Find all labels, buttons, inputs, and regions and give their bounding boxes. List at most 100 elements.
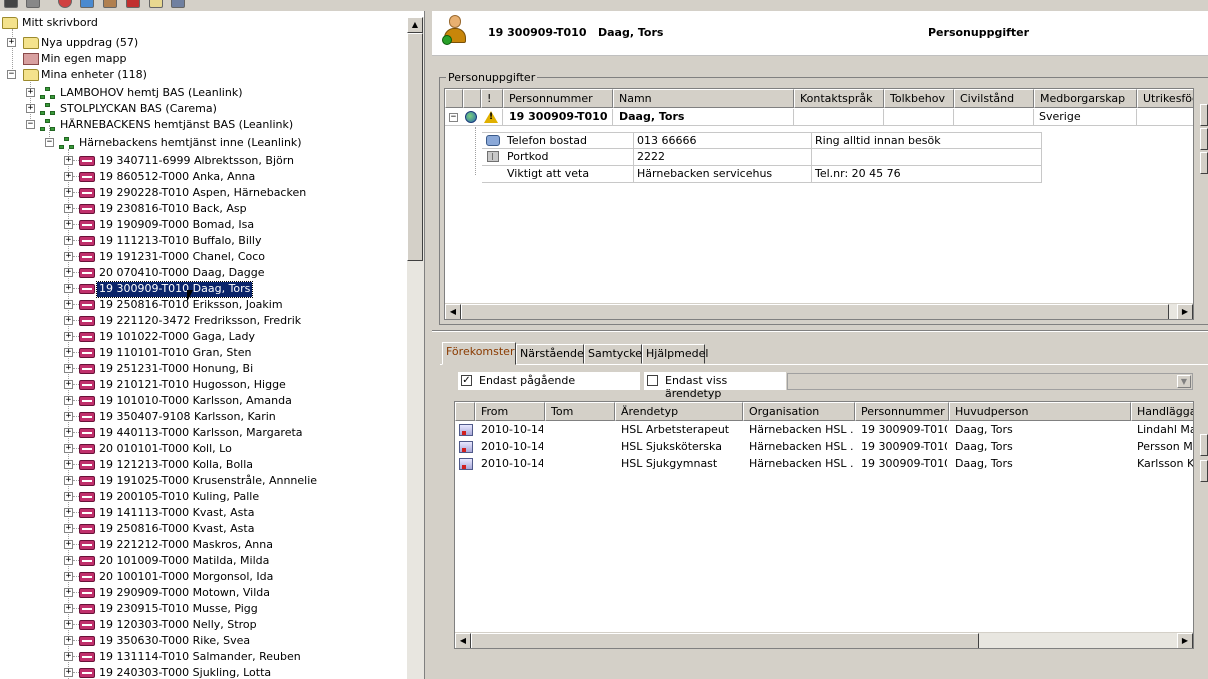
expand-icon[interactable]: +: [64, 236, 73, 245]
id-card-icon[interactable]: [26, 0, 40, 8]
expand-icon[interactable]: +: [64, 428, 73, 437]
column-header-icon[interactable]: [463, 89, 481, 108]
arendetyp-select[interactable]: ▼: [787, 373, 1193, 390]
table-row[interactable]: 2010-10-14 HSL Sjuksköterska Härnebacken H…: [455, 439, 1193, 456]
table-row[interactable]: 2010-10-14 HSL Arbetsterapeut Härnebacken …: [455, 422, 1193, 439]
tab-forekomster[interactable]: Förekomster: [442, 342, 516, 365]
column-header-expand[interactable]: [445, 89, 463, 108]
expand-icon[interactable]: +: [64, 188, 73, 197]
side-button[interactable]: [1200, 152, 1208, 174]
splitter[interactable]: [432, 330, 1208, 332]
side-button[interactable]: [1200, 460, 1208, 482]
expand-icon[interactable]: +: [26, 88, 35, 97]
expand-icon[interactable]: +: [64, 252, 73, 261]
column-header-arendetyp[interactable]: Ärendetyp: [615, 402, 743, 421]
expand-icon[interactable]: +: [64, 540, 73, 549]
scroll-left-icon[interactable]: ◀: [445, 304, 461, 319]
column-header-kontaktsprak[interactable]: Kontaktspråk: [794, 89, 884, 108]
column-header-tom[interactable]: Tom: [545, 402, 615, 421]
endast-viss-arendetyp-checkbox[interactable]: Endast viss ärendetyp: [644, 372, 786, 400]
collapse-icon[interactable]: −: [7, 70, 16, 79]
column-header-organisation[interactable]: Organisation: [743, 402, 855, 421]
expand-icon[interactable]: +: [64, 204, 73, 213]
expand-icon[interactable]: +: [64, 284, 73, 293]
expand-icon[interactable]: +: [64, 636, 73, 645]
expand-icon[interactable]: +: [64, 396, 73, 405]
expand-icon[interactable]: +: [64, 300, 73, 309]
expand-icon[interactable]: +: [64, 476, 73, 485]
expand-icon[interactable]: +: [64, 508, 73, 517]
expand-icon[interactable]: +: [64, 332, 73, 341]
expand-icon[interactable]: +: [64, 444, 73, 453]
tab-samtycke[interactable]: Samtycke: [584, 344, 642, 364]
group-icon[interactable]: [80, 0, 94, 8]
column-header-utrikesfodd[interactable]: Utrikesföde: [1137, 89, 1193, 108]
column-header-huvudperson[interactable]: Huvudperson: [949, 402, 1131, 421]
scroll-thumb[interactable]: [407, 33, 423, 261]
expand-icon[interactable]: +: [7, 38, 16, 47]
column-header-personnummer[interactable]: Personnummer: [503, 89, 613, 108]
expand-icon[interactable]: +: [64, 492, 73, 501]
collapse-icon[interactable]: −: [26, 120, 35, 129]
scroll-left-icon[interactable]: ◀: [455, 633, 471, 648]
expand-icon[interactable]: +: [64, 364, 73, 373]
detail-row[interactable]: Telefon bostad 013 66666 Ring alltid inn…: [482, 132, 1042, 149]
expand-icon[interactable]: +: [64, 460, 73, 469]
expand-icon[interactable]: +: [64, 588, 73, 597]
side-button[interactable]: [1200, 434, 1208, 456]
tab-narstaende[interactable]: Närstående: [516, 344, 584, 364]
column-header-personnummer[interactable]: Personnummer: [855, 402, 949, 421]
detail-row[interactable]: Viktigt att veta Härnebacken servicehus …: [482, 166, 1042, 183]
expand-icon[interactable]: +: [64, 572, 73, 581]
side-button[interactable]: [1200, 128, 1208, 150]
expand-icon[interactable]: +: [64, 556, 73, 565]
column-header-from[interactable]: From: [475, 402, 545, 421]
note-icon[interactable]: [149, 0, 163, 8]
person-row[interactable]: − 19 300909-T010 Daag, Tors Sverige: [445, 109, 1193, 126]
tab-hjalpmedel[interactable]: Hjälpmedel: [642, 344, 708, 364]
expand-icon[interactable]: +: [64, 268, 73, 277]
scroll-thumb[interactable]: [471, 633, 979, 648]
forekomster-hscrollbar[interactable]: ◀ ▶: [455, 632, 1193, 648]
expand-icon[interactable]: +: [64, 620, 73, 629]
scroll-right-icon[interactable]: ▶: [1177, 304, 1193, 319]
endast-pagaende-checkbox[interactable]: ✓ Endast pågående: [458, 372, 640, 390]
scroll-thumb[interactable]: [461, 304, 1169, 319]
expand-icon[interactable]: +: [64, 604, 73, 613]
column-header-civilstand[interactable]: Civilstånd: [954, 89, 1034, 108]
expand-icon[interactable]: +: [64, 316, 73, 325]
expand-icon[interactable]: +: [26, 104, 35, 113]
tree-scrollbar[interactable]: ▲: [407, 17, 424, 679]
expand-icon[interactable]: +: [64, 380, 73, 389]
checkbox-unchecked-icon[interactable]: [647, 375, 658, 386]
chevron-down-icon[interactable]: ▼: [1177, 375, 1191, 388]
personuppgifter-hscrollbar[interactable]: ◀ ▶: [445, 303, 1193, 319]
expand-icon[interactable]: +: [64, 220, 73, 229]
expand-icon[interactable]: +: [64, 652, 73, 661]
expand-icon[interactable]: +: [64, 668, 73, 677]
expand-icon[interactable]: +: [64, 412, 73, 421]
pen-icon[interactable]: [126, 0, 140, 8]
table-row[interactable]: 2010-10-14 HSL Sjukgymnast Härnebacken HSL…: [455, 456, 1193, 473]
users-icon[interactable]: [103, 0, 117, 8]
column-header-warning[interactable]: !: [481, 89, 503, 108]
expand-icon[interactable]: +: [64, 348, 73, 357]
column-header-tolkbehov[interactable]: Tolkbehov: [884, 89, 954, 108]
column-header-icon[interactable]: [455, 402, 475, 421]
column-header-medborgarskap[interactable]: Medborgarskap: [1034, 89, 1137, 108]
expand-icon[interactable]: +: [64, 156, 73, 165]
expand-icon[interactable]: +: [64, 524, 73, 533]
scroll-up-icon[interactable]: ▲: [407, 17, 423, 33]
stop-icon[interactable]: [58, 0, 72, 8]
side-button[interactable]: [1200, 104, 1208, 126]
expand-icon[interactable]: +: [64, 172, 73, 181]
column-header-namn[interactable]: Namn: [613, 89, 794, 108]
scroll-right-icon[interactable]: ▶: [1177, 633, 1193, 648]
detail-row[interactable]: Portkod 2222: [482, 149, 1042, 166]
binoculars-icon[interactable]: [4, 0, 18, 8]
collapse-icon[interactable]: −: [449, 113, 458, 122]
print-icon[interactable]: [171, 0, 185, 8]
checkbox-checked-icon[interactable]: ✓: [461, 375, 472, 386]
column-header-handlaggare[interactable]: Handläggar: [1131, 402, 1193, 421]
collapse-icon[interactable]: −: [45, 138, 54, 147]
